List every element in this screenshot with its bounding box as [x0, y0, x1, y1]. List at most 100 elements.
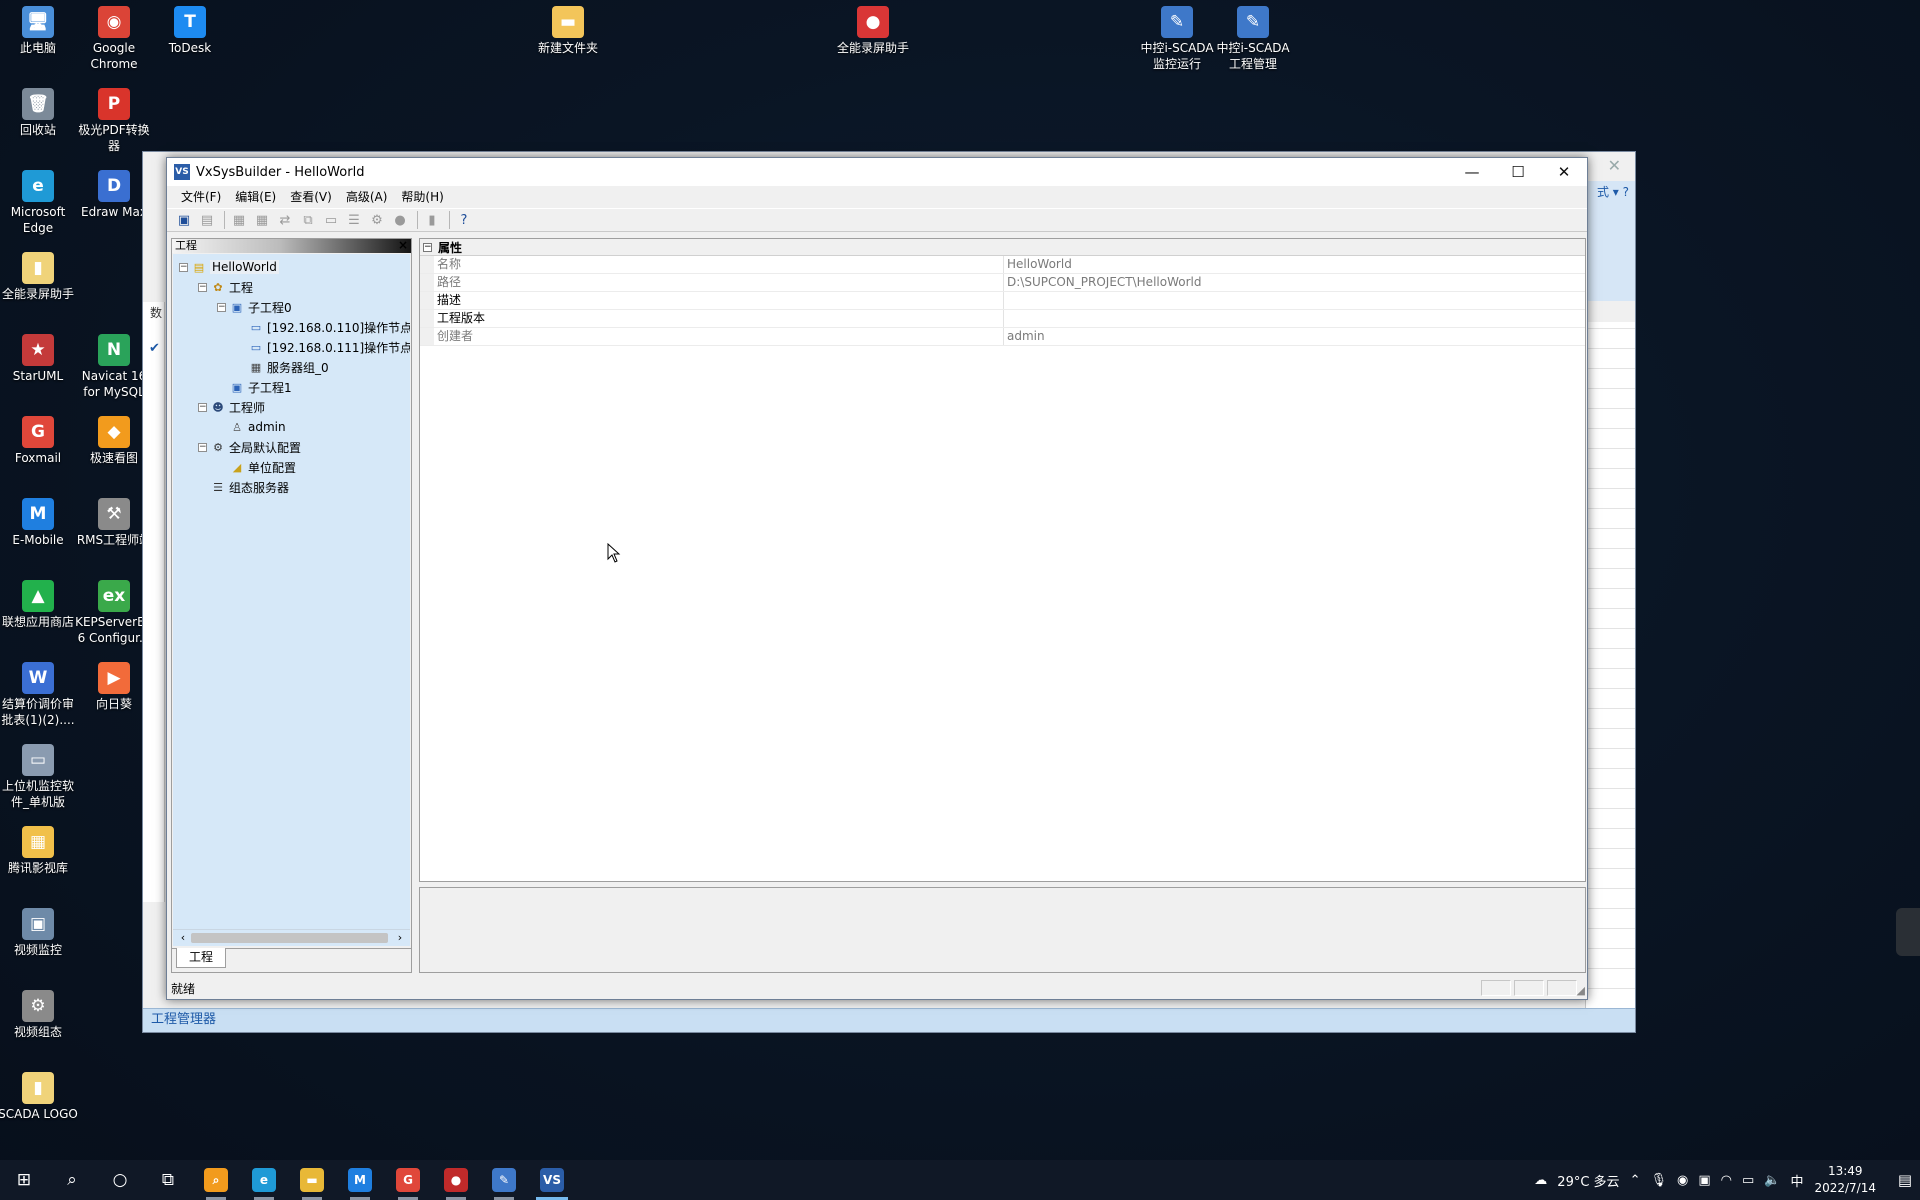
ime-indicator[interactable]: 中 [1790, 1171, 1803, 1190]
menu-help[interactable]: 帮助(H) [394, 187, 450, 207]
desktop-icon[interactable]: ⚙ 视频组态 [0, 984, 78, 1040]
search-app-icon[interactable]: ⌕ [192, 1160, 240, 1200]
desktop-icon[interactable]: G Foxmail [0, 410, 78, 466]
collapse-icon[interactable]: − [198, 402, 207, 412]
close-icon[interactable]: ✕ [1608, 156, 1621, 175]
user-icon[interactable]: ● [390, 210, 410, 230]
property-row[interactable]: 描述 [420, 292, 1585, 310]
tree-node[interactable]: ☰ 组态服务器 [198, 478, 289, 496]
collapse-icon[interactable]: − [198, 282, 207, 292]
scada-icon[interactable]: ✎ [480, 1160, 528, 1200]
search-icon[interactable]: ⌕ [48, 1160, 96, 1200]
close-button[interactable]: ✕ [1541, 158, 1587, 186]
ribbon-label[interactable]: 式 ▾ ? [1597, 183, 1629, 200]
vxsysbuilder-icon[interactable]: VS [528, 1160, 576, 1200]
config-icon[interactable]: ⚙ [367, 210, 387, 230]
weather-icon[interactable]: ☁ [1534, 1173, 1547, 1188]
tree-node[interactable]: − ▤ HelloWorld [179, 258, 279, 276]
chevron-up-icon[interactable]: ⌃ [1630, 1173, 1641, 1188]
copy-node-icon[interactable]: ⧉ [298, 210, 318, 230]
tab-project[interactable]: 工程 [176, 948, 226, 968]
foxmail-icon[interactable]: G [384, 1160, 432, 1200]
desktop-icon[interactable]: ✎ 中控i-SCADA 工程管理 [1213, 0, 1293, 72]
desktop-icon[interactable]: 🗑 回收站 [0, 82, 78, 138]
server-icon[interactable]: ▭ [321, 210, 341, 230]
scroll-right-icon[interactable]: › [393, 931, 407, 945]
menu-advanced[interactable]: 高级(A) [339, 187, 395, 207]
desktop-icon[interactable]: ▣ 视频监控 [0, 902, 78, 958]
tree-node[interactable]: ▭ [192.168.0.111]操作节点_ [236, 338, 410, 356]
title-bar[interactable]: VS VxSysBuilder - HelloWorld — ☐ ✕ [167, 158, 1587, 186]
scrollbar-thumb[interactable] [191, 933, 388, 943]
add-group-icon[interactable]: ▦ [252, 210, 272, 230]
save-all-icon[interactable]: ▤ [197, 210, 217, 230]
property-value[interactable] [1004, 292, 1585, 309]
delete-icon[interactable]: ▮ [422, 210, 442, 230]
desktop-icon[interactable]: T ToDesk [150, 0, 230, 56]
property-value[interactable] [1004, 310, 1585, 327]
menu-edit[interactable]: 编辑(E) [228, 187, 283, 207]
desktop-icon[interactable]: M E-Mobile [0, 492, 78, 548]
resize-grip-icon[interactable]: ◢ [1577, 984, 1585, 997]
desktop-icon[interactable]: ▮ SCADA LOGO [0, 1066, 78, 1122]
tree-node[interactable]: − ✿ 工程 [198, 278, 253, 296]
edge-icon[interactable]: e [240, 1160, 288, 1200]
mic-icon[interactable]: 🎙 [1650, 1173, 1667, 1188]
shield-icon[interactable]: ◉ [1677, 1173, 1688, 1188]
vxsysbuilder-window[interactable]: VS VxSysBuilder - HelloWorld — ☐ ✕ 文件(F)… [166, 157, 1588, 1000]
list-icon[interactable]: ☰ [344, 210, 364, 230]
desktop-icon[interactable]: ✎ 中控i-SCADA 监控运行 [1137, 0, 1217, 72]
property-row[interactable]: 路径 D:\SUPCON_PROJECT\HelloWorld [420, 274, 1585, 292]
desktop-icon[interactable]: W 结算价调价审批表(1)(2).... [0, 656, 78, 728]
tree-node[interactable]: ▣ 子工程1 [217, 378, 292, 396]
notification-icon[interactable]: ▤ [1890, 1160, 1920, 1200]
tree-node[interactable]: ▭ [192.168.0.110]操作节点_ [236, 318, 410, 336]
minimize-button[interactable]: — [1449, 158, 1495, 186]
tree-node[interactable]: − ▣ 子工程0 [217, 298, 292, 316]
desktop-icon[interactable]: e Microsoft Edge [0, 164, 78, 236]
explorer-icon[interactable]: ▬ [288, 1160, 336, 1200]
collapse-icon[interactable]: − [179, 262, 188, 272]
volume-icon[interactable]: 🔈 [1764, 1173, 1780, 1188]
save-icon[interactable]: ▣ [174, 210, 194, 230]
side-handle[interactable] [1896, 908, 1920, 956]
maximize-button[interactable]: ☐ [1495, 158, 1541, 186]
property-category[interactable]: − 属性 [420, 239, 1585, 256]
desktop-icon[interactable]: ▦ 腾讯影视库 [0, 820, 78, 876]
project-tree[interactable]: − ▤ HelloWorld − ✿ 工程 − ▣ 子工程0 ▭ [192.168.0.110]操作… [173, 254, 410, 945]
add-node-icon[interactable]: ▦ [229, 210, 249, 230]
collapse-icon[interactable]: − [198, 442, 207, 452]
desktop-icon[interactable]: ▮ 全能录屏助手 [0, 246, 78, 302]
collapse-icon[interactable]: − [423, 242, 432, 252]
menu-file[interactable]: 文件(F) [174, 187, 228, 207]
task-view-icon[interactable]: ⧉ [144, 1160, 192, 1200]
horizontal-scrollbar[interactable]: ‹ › [173, 929, 410, 946]
desktop-icon[interactable]: ◉ Google Chrome [74, 0, 154, 72]
tree-node[interactable]: ▦ 服务器组_0 [236, 358, 329, 376]
desktop-icon[interactable]: ▭ 上位机监控软件_单机版 [0, 738, 78, 810]
pane-close-icon[interactable]: × [398, 238, 408, 252]
scroll-left-icon[interactable]: ‹ [176, 931, 190, 945]
wifi-icon[interactable]: ◠ [1721, 1173, 1732, 1188]
start-icon[interactable]: ⊞ [0, 1160, 48, 1200]
link-icon[interactable]: ⇄ [275, 210, 295, 230]
recorder-icon[interactable]: ● [432, 1160, 480, 1200]
cortana-icon[interactable]: ○ [96, 1160, 144, 1200]
tree-node[interactable]: ◢ 单位配置 [217, 458, 296, 476]
property-row[interactable]: 工程版本 [420, 310, 1585, 328]
desktop-icon[interactable]: ★ StarUML [0, 328, 78, 384]
desktop-icon[interactable]: P 极光PDF转换器 [74, 82, 154, 154]
desktop-icon[interactable]: ▬ 新建文件夹 [528, 0, 608, 56]
clock[interactable]: 13:49 2022/7/14 [1814, 1163, 1876, 1197]
tree-node[interactable]: ♙ admin [217, 418, 286, 436]
menu-view[interactable]: 查看(V) [283, 187, 339, 207]
tree-node[interactable]: − ☻ 工程师 [198, 398, 265, 416]
desktop-icon[interactable]: ▲ 联想应用商店 [0, 574, 78, 630]
emobile-icon[interactable]: M [336, 1160, 384, 1200]
app-tray-icon[interactable]: ▣ [1698, 1173, 1710, 1188]
help-icon[interactable]: ? [454, 210, 474, 230]
tree-node[interactable]: − ⚙ 全局默认配置 [198, 438, 301, 456]
weather-text[interactable]: 29°C 多云 [1557, 1171, 1619, 1190]
collapse-icon[interactable]: − [217, 302, 226, 312]
property-row[interactable]: 名称 HelloWorld [420, 256, 1585, 274]
